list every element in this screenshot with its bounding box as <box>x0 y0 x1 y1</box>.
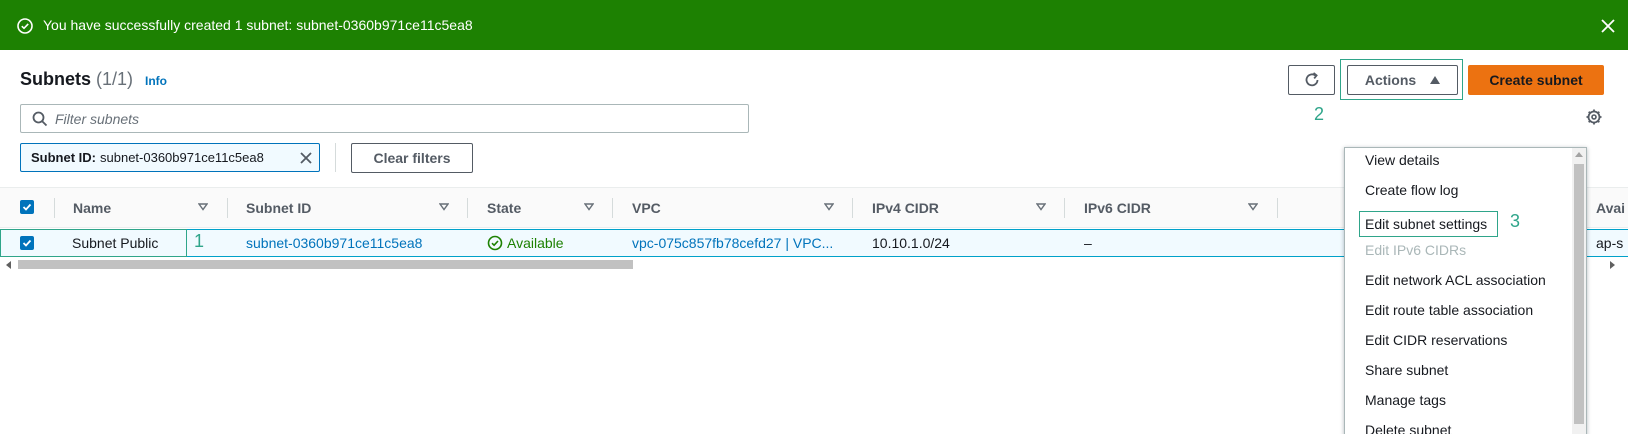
filter-token: Subnet ID: subnet-0360b971ce11c5ea8 <box>20 143 320 172</box>
menu-item-delete-subnet[interactable]: Delete subnet <box>1345 415 1573 434</box>
check-icon <box>22 239 32 247</box>
page-title-text: Subnets <box>20 69 92 89</box>
menu-scrollbar-thumb[interactable] <box>1574 164 1584 424</box>
gear-icon[interactable] <box>1585 108 1603 126</box>
column-header-state[interactable]: State <box>487 188 521 228</box>
caret-down-icon[interactable] <box>198 203 208 211</box>
cell-name: Subnet Public <box>72 235 159 251</box>
clear-filters-button[interactable]: Clear filters <box>351 143 473 173</box>
actions-button[interactable]: Actions <box>1347 65 1458 95</box>
caret-down-icon[interactable] <box>824 203 834 211</box>
column-separator <box>467 198 468 218</box>
caret-up-icon <box>1430 76 1441 84</box>
cell-availability-zone: ap-s <box>1596 235 1624 251</box>
filter-token-key: Subnet ID: <box>31 150 96 165</box>
search-input[interactable] <box>55 109 735 129</box>
create-subnet-button[interactable]: Create subnet <box>1468 65 1604 95</box>
caret-down-icon[interactable] <box>1036 203 1046 211</box>
menu-item-manage-tags[interactable]: Manage tags <box>1345 385 1573 415</box>
banner-message: You have successfully created 1 subnet: … <box>43 17 473 33</box>
check-circle-icon <box>17 18 33 34</box>
column-separator <box>54 198 55 218</box>
column-separator <box>227 198 228 218</box>
actions-dropdown-menu: View details Create flow log Edit subnet… <box>1344 147 1587 434</box>
column-separator <box>612 198 613 218</box>
subnets-panel: Subnets (1/1) Info Actions 2 Create subn… <box>0 50 1628 434</box>
scroll-up-icon[interactable] <box>1575 152 1583 157</box>
step-number-1: 1 <box>194 231 205 251</box>
cell-state: Available <box>487 230 564 256</box>
table-row[interactable]: Subnet Public 1 subnet-0360b971ce11c5ea8… <box>0 229 1350 257</box>
close-icon[interactable] <box>1599 17 1617 35</box>
scroll-left-icon[interactable] <box>6 261 11 269</box>
search-icon <box>32 111 48 127</box>
column-header-ipv6-cidr[interactable]: IPv6 CIDR <box>1084 188 1151 228</box>
filter-token-value: subnet-0360b971ce11c5ea8 <box>100 150 264 165</box>
menu-item-create-flow-log[interactable]: Create flow log <box>1345 175 1573 205</box>
column-separator <box>1277 198 1278 218</box>
success-flash-banner: You have successfully created 1 subnet: … <box>0 0 1628 50</box>
column-header-name[interactable]: Name <box>73 188 111 228</box>
info-link[interactable]: Info <box>145 74 167 88</box>
search-box[interactable] <box>20 104 749 133</box>
caret-down-icon[interactable] <box>439 203 449 211</box>
step-number-3: 3 <box>1510 211 1521 231</box>
menu-item-view-details[interactable]: View details <box>1345 148 1573 175</box>
page-title: Subnets (1/1) <box>20 69 133 90</box>
cell-vpc-link[interactable]: vpc-075c857fb78cefd27 | VPC... <box>632 230 833 256</box>
column-header-ipv4-cidr[interactable]: IPv4 CIDR <box>872 188 939 228</box>
column-header-vpc[interactable]: VPC <box>632 188 661 228</box>
column-header-availability-zone[interactable]: Avai <box>1596 188 1625 228</box>
menu-item-share-subnet[interactable]: Share subnet <box>1345 355 1573 385</box>
divider <box>335 143 336 172</box>
status-badge: Available <box>487 235 564 251</box>
page-title-count: (1/1) <box>96 69 134 89</box>
table-row-continuation: ap-s <box>1580 229 1628 257</box>
refresh-button[interactable] <box>1288 65 1335 95</box>
caret-down-icon[interactable] <box>1248 203 1258 211</box>
step-number-2: 2 <box>1314 104 1325 124</box>
actions-highlight: Actions <box>1340 59 1463 100</box>
cell-ipv6-cidr: – <box>1084 235 1092 251</box>
refresh-icon <box>1305 72 1318 87</box>
menu-scrollbar[interactable] <box>1572 148 1586 434</box>
check-circle-icon <box>487 235 503 251</box>
scrollbar-thumb[interactable] <box>18 260 633 269</box>
select-all-checkbox[interactable] <box>20 200 34 214</box>
caret-down-icon[interactable] <box>584 203 594 211</box>
close-icon[interactable] <box>298 150 314 166</box>
cell-ipv4-cidr: 10.10.1.0/24 <box>872 235 950 251</box>
scroll-right-icon[interactable] <box>1610 261 1615 269</box>
cell-subnet-id-link[interactable]: subnet-0360b971ce11c5ea8 <box>246 230 422 256</box>
column-header-subnet-id[interactable]: Subnet ID <box>246 188 311 228</box>
actions-button-label: Actions <box>1364 72 1417 88</box>
column-separator <box>852 198 853 218</box>
menu-item-edit-cidr-reservations[interactable]: Edit CIDR reservations <box>1345 325 1573 355</box>
row-checkbox[interactable] <box>20 236 34 250</box>
status-text: Available <box>507 235 564 251</box>
column-separator <box>1064 198 1065 218</box>
menu-item-edit-route-table-association[interactable]: Edit route table association <box>1345 295 1573 325</box>
menu-item-edit-network-acl-association[interactable]: Edit network ACL association <box>1345 265 1573 295</box>
menu-item-edit-ipv6-cidrs: Edit IPv6 CIDRs <box>1365 242 1467 258</box>
check-icon <box>22 203 32 211</box>
